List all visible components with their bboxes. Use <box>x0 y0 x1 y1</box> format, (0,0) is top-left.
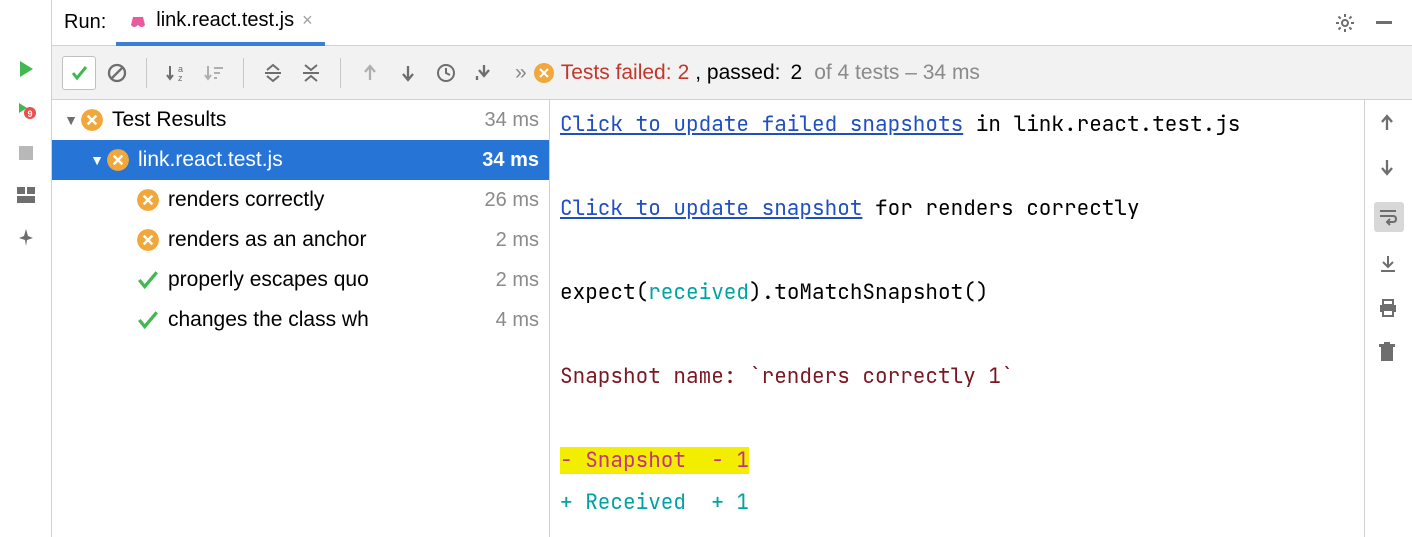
failed-count: 2 <box>678 61 690 85</box>
gear-icon[interactable] <box>1334 12 1356 34</box>
fail-icon <box>106 148 130 172</box>
tree-root-label: Test Results <box>112 108 485 132</box>
console-text: expect( <box>560 279 648 306</box>
up-icon[interactable] <box>1378 114 1400 136</box>
tree-root-time: 34 ms <box>485 109 539 132</box>
passed-label: , passed: <box>695 61 780 85</box>
layout-icon[interactable] <box>15 184 37 206</box>
run-label: Run: <box>58 11 116 34</box>
soft-wrap-icon[interactable] <box>1374 202 1404 232</box>
topbar: Run: link.react.test.js × <box>52 0 1412 46</box>
prev-fail-icon[interactable] <box>353 56 387 90</box>
trash-icon[interactable] <box>1378 342 1400 364</box>
chevron-down-icon[interactable]: ▼ <box>62 112 80 128</box>
down-icon[interactable] <box>1378 158 1400 180</box>
console-output[interactable]: Click to update failed snapshots in link… <box>550 100 1364 537</box>
tree-file[interactable]: ▼ link.react.test.js 34 ms <box>52 140 549 180</box>
test-tree: ▼ Test Results 34 ms ▼ link.react.test.j… <box>52 100 550 537</box>
console-text: - Snapshot - 1 <box>560 447 749 474</box>
console-text: for renders correctly <box>862 195 1139 222</box>
stop-icon[interactable] <box>15 142 37 164</box>
tab-file[interactable]: link.react.test.js × <box>116 0 324 46</box>
fail-status-icon <box>533 62 555 84</box>
fail-icon <box>136 228 160 252</box>
tree-test-time: 26 ms <box>485 189 539 212</box>
show-passed-toggle[interactable] <box>62 56 96 90</box>
tree-test[interactable]: renders as an anchor 2 ms <box>52 220 549 260</box>
import-icon[interactable] <box>467 56 501 90</box>
passed-count: 2 <box>791 61 803 85</box>
pass-icon <box>136 268 160 292</box>
left-gutter: 9 <box>0 0 52 537</box>
tree-file-time: 34 ms <box>482 149 539 172</box>
tree-test[interactable]: renders correctly 26 ms <box>52 180 549 220</box>
tree-file-label: link.react.test.js <box>138 148 482 172</box>
update-all-snapshots-link[interactable]: Click to update failed snapshots <box>560 111 963 138</box>
console-text: + Received + 1 <box>560 489 749 516</box>
history-icon[interactable] <box>429 56 463 90</box>
status-chevron: » <box>515 61 527 85</box>
tree-test[interactable]: changes the class wh 4 ms <box>52 300 549 340</box>
tree-test-label: properly escapes quo <box>168 268 496 292</box>
failed-label: Tests failed: <box>561 61 672 85</box>
chevron-down-icon[interactable]: ▼ <box>88 152 106 168</box>
tree-test-label: changes the class wh <box>168 308 496 332</box>
print-icon[interactable] <box>1378 298 1400 320</box>
tree-test-time: 2 ms <box>496 229 539 252</box>
tree-test-time: 4 ms <box>496 309 539 332</box>
fail-icon <box>80 108 104 132</box>
pin-icon[interactable] <box>15 226 37 248</box>
console-text: Snapshot name: `renders correctly 1` <box>560 363 1014 390</box>
tree-test[interactable]: properly escapes quo 2 ms <box>52 260 549 300</box>
show-ignored-toggle[interactable] <box>100 56 134 90</box>
collapse-all-icon[interactable] <box>294 56 328 90</box>
sort-duration-icon[interactable] <box>197 56 231 90</box>
console-text: ).toMatchSnapshot() <box>749 279 988 306</box>
minimize-icon[interactable] <box>1374 12 1396 34</box>
jest-icon <box>128 11 148 31</box>
expand-all-icon[interactable] <box>256 56 290 90</box>
next-fail-icon[interactable] <box>391 56 425 90</box>
tree-test-time: 2 ms <box>496 269 539 292</box>
total-label: of 4 tests – 34 ms <box>814 61 980 85</box>
pass-icon <box>136 308 160 332</box>
svg-text:9: 9 <box>27 109 32 119</box>
tree-test-label: renders as an anchor <box>168 228 496 252</box>
rerun-failed-icon[interactable]: 9 <box>15 100 37 122</box>
console-text: in link.react.test.js <box>963 111 1240 138</box>
svg-text:z: z <box>178 73 183 83</box>
tree-root[interactable]: ▼ Test Results 34 ms <box>52 100 549 140</box>
update-snapshot-link[interactable]: Click to update snapshot <box>560 195 862 222</box>
tab-title: link.react.test.js <box>156 9 294 32</box>
tree-test-label: renders correctly <box>168 188 485 212</box>
close-icon[interactable]: × <box>302 10 313 31</box>
console-text: received <box>648 279 749 306</box>
toolbar: az » Tests failed: 2 , passed: 2 of 4 te… <box>52 46 1412 100</box>
right-gutter <box>1364 100 1412 537</box>
run-icon[interactable] <box>15 58 37 80</box>
sort-alpha-icon[interactable]: az <box>159 56 193 90</box>
fail-icon <box>136 188 160 212</box>
scroll-to-end-icon[interactable] <box>1378 254 1400 276</box>
